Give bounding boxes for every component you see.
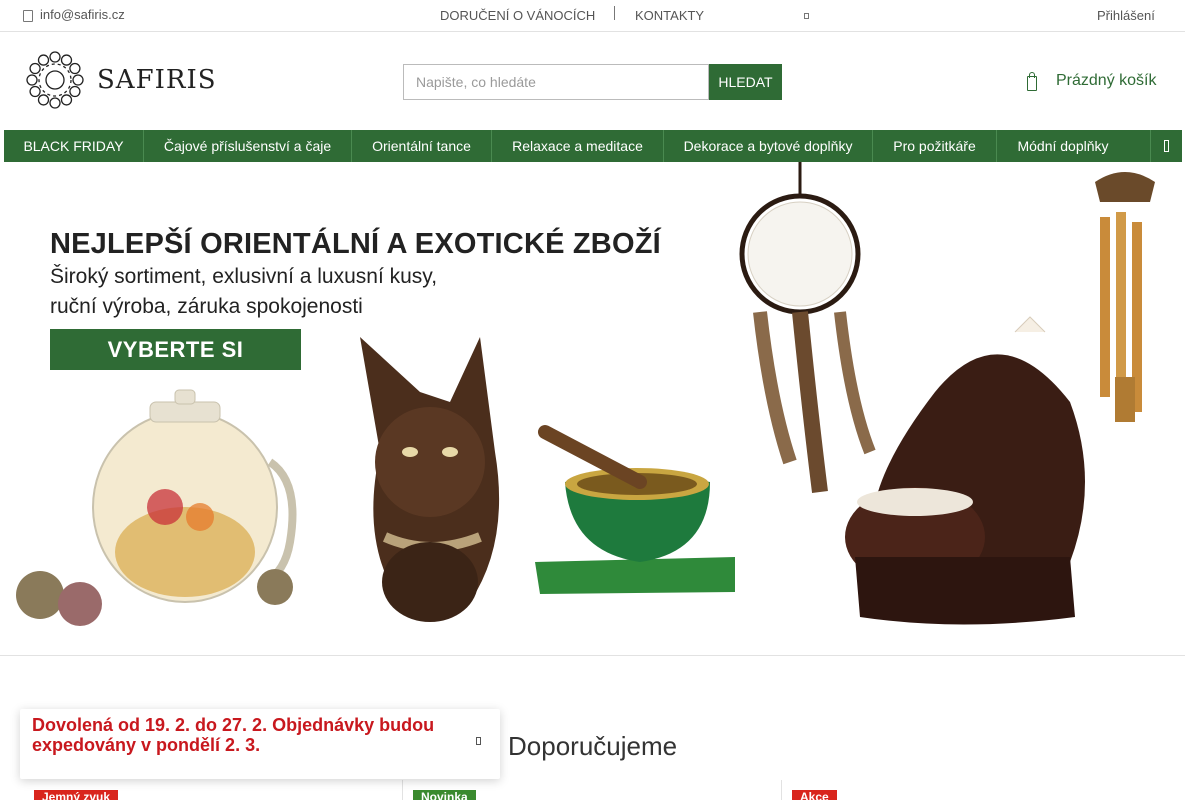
nav-item-fashion[interactable]: Módní doplňky [997, 130, 1129, 162]
logo-mandala-icon [26, 51, 84, 109]
nav-item-decorations[interactable]: Dekorace a bytové doplňky [664, 130, 873, 162]
divider [614, 6, 615, 20]
divider [402, 780, 403, 800]
product-badge: Jemný zvuk [34, 790, 119, 800]
wooden-cat-image [360, 337, 500, 622]
phone-icon [22, 8, 33, 22]
menu-icon [1164, 140, 1169, 152]
nav-item-black-friday[interactable]: BLACK FRIDAY [4, 130, 144, 162]
logo-text: SAFIRIS [97, 65, 217, 95]
main-nav: BLACK FRIDAY Čajové příslušenství a čaje… [4, 130, 1182, 162]
top-bar: info@safiris.cz DORUČENÍ O VÁNOCÍCH KONT… [0, 0, 1185, 32]
email-text: info@safiris.cz [40, 7, 125, 22]
section-title: Doporučujeme [508, 731, 678, 761]
incense-burner-image [845, 316, 1085, 625]
email-link[interactable]: info@safiris.cz [22, 7, 125, 22]
contacts-link[interactable]: KONTAKTY [635, 8, 704, 23]
search-button[interactable]: HLEDAT [709, 64, 782, 100]
product-badge: Novinka [413, 790, 476, 800]
divider [781, 780, 782, 800]
glass-teapot-image [16, 389, 297, 626]
header: SAFIRIS HLEDAT Prázdný košík [0, 32, 1185, 130]
cart-link[interactable]: Prázdný košík [1026, 72, 1157, 91]
nav-item-connoisseurs[interactable]: Pro požitkáře [873, 130, 997, 162]
notice-message: Dovolená od 19. 2. do 27. 2. Objednávky … [32, 715, 435, 755]
shopping-bag-icon [1026, 72, 1038, 91]
notice-popup: Dovolená od 19. 2. do 27. 2. Objednávky … [20, 709, 500, 779]
nav-item-oriental-dance[interactable]: Orientální tance [352, 130, 492, 162]
wind-chime-image [1095, 172, 1155, 422]
dreamcatcher-image [739, 162, 876, 493]
logo[interactable]: SAFIRIS [25, 50, 217, 110]
login-link[interactable]: Přihlášení [1097, 8, 1155, 23]
product-grid [0, 780, 1185, 800]
search-bar: HLEDAT [403, 64, 782, 100]
nav-more-button[interactable] [1150, 130, 1182, 162]
product-badge: Akce [792, 790, 837, 800]
banner-line-1: Široký sortiment, exlusivní a luxusní ku… [50, 265, 438, 288]
christmas-delivery-link[interactable]: DORUČENÍ O VÁNOCÍCH [440, 8, 595, 23]
banner-cta-button[interactable]: VYBERTE SI [50, 329, 301, 370]
search-input[interactable] [403, 64, 709, 100]
close-icon[interactable] [476, 737, 481, 745]
nav-item-tea[interactable]: Čajové příslušenství a čaje [144, 130, 352, 162]
nav-item-relaxation[interactable]: Relaxace a meditace [492, 130, 664, 162]
cart-label: Prázdný košík [1056, 72, 1157, 89]
banner-line-2: ruční výroba, záruka spokojenosti [50, 295, 363, 318]
banner-headline: NEJLEPŠÍ ORIENTÁLNÍ A EXOTICKÉ ZBOŽÍ [50, 228, 661, 260]
dropdown-icon[interactable] [804, 13, 809, 19]
singing-bowl-image [535, 425, 735, 594]
hero-banner[interactable]: NEJLEPŠÍ ORIENTÁLNÍ A EXOTICKÉ ZBOŽÍ Šir… [0, 162, 1185, 656]
